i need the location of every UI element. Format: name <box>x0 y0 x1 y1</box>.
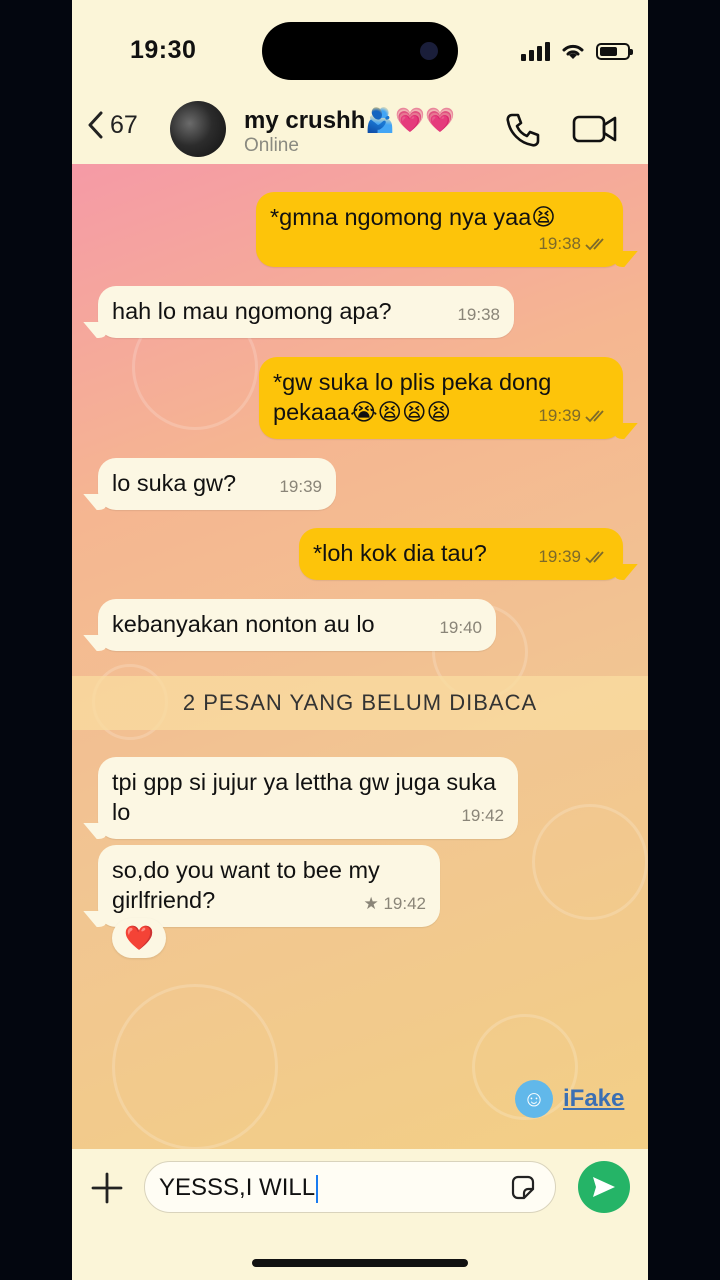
message-bubble-outgoing[interactable]: *loh kok dia tau? 19:39 <box>299 528 623 580</box>
contact-name[interactable]: my crushh🫂💗💗 <box>244 106 455 135</box>
unread-messages-banner: 2 PESAN YANG BELUM DIBACA <box>72 676 648 730</box>
video-call-icon[interactable] <box>572 112 618 146</box>
send-button[interactable] <box>578 1161 630 1213</box>
message-text: *gmna ngomong nya yaa😫 <box>270 204 556 230</box>
message-time: 19:38 <box>538 234 581 253</box>
status-time: 19:30 <box>130 36 197 64</box>
chat-header: 67 my crushh🫂💗💗 Online <box>72 100 648 164</box>
contact-status: Online <box>244 135 299 156</box>
message-bubble-outgoing[interactable]: *gmna ngomong nya yaa😫 19:38 <box>256 192 623 267</box>
message-text: tpi gpp si jujur ya lettha gw juga suka … <box>112 769 497 825</box>
message-time: 19:38 <box>457 305 500 324</box>
message-time: ★ 19:42 <box>363 894 426 913</box>
phone-call-icon[interactable] <box>502 110 542 150</box>
message-time: 19:40 <box>439 618 482 637</box>
message-text: lo suka gw? <box>112 470 237 496</box>
dynamic-island <box>262 22 458 80</box>
status-icons <box>521 38 633 64</box>
message-text: *loh kok dia tau? <box>313 540 487 566</box>
home-indicator[interactable] <box>252 1259 468 1267</box>
text-caret <box>316 1174 319 1203</box>
read-ticks-icon <box>585 410 604 423</box>
plus-icon[interactable] <box>90 1171 124 1205</box>
message-input[interactable]: YESSS,I WILL <box>144 1161 556 1213</box>
message-bubble-incoming[interactable]: hah lo mau ngomong apa? 19:38 <box>98 286 514 338</box>
message-bubble-incoming[interactable]: so,do you want to bee my girlfriend? ★ 1… <box>98 845 440 927</box>
message-bubble-incoming[interactable]: tpi gpp si jujur ya lettha gw juga suka … <box>98 757 518 839</box>
message-text: kebanyakan nonton au lo <box>112 611 375 637</box>
message-text: hah lo mau ngomong apa? <box>112 298 392 324</box>
ifake-watermark[interactable]: ☺ iFake <box>515 1080 624 1118</box>
send-icon <box>593 1177 615 1197</box>
message-time: 19:39 <box>538 406 581 425</box>
avatar[interactable] <box>170 101 226 157</box>
wifi-icon <box>562 44 584 59</box>
smile-icon: ☺ <box>515 1080 553 1118</box>
message-bubble-incoming[interactable]: kebanyakan nonton au lo 19:40 <box>98 599 496 651</box>
back-button[interactable]: 67 <box>86 110 138 140</box>
message-input-value: YESSS,I WILL <box>159 1174 316 1201</box>
status-bar: 19:30 <box>72 0 648 100</box>
phone-screen: 19:30 67 my crushh🫂💗💗 Online *gmna ngomo… <box>72 0 648 1280</box>
message-time: 19:39 <box>538 547 581 566</box>
message-time: 19:42 <box>461 806 504 825</box>
message-bubble-incoming[interactable]: lo suka gw? 19:39 <box>98 458 336 510</box>
read-ticks-icon <box>585 551 604 564</box>
battery-icon <box>596 42 633 60</box>
watermark-text[interactable]: iFake <box>563 1085 624 1113</box>
message-time: 19:39 <box>279 477 322 496</box>
sticker-icon[interactable] <box>509 1174 537 1202</box>
message-input-bar: YESSS,I WILL <box>72 1149 648 1280</box>
read-ticks-icon <box>585 238 604 251</box>
cellular-signal-icon <box>521 41 550 61</box>
chevron-left-icon <box>88 111 103 139</box>
message-bubble-outgoing[interactable]: *gw suka lo plis peka dong pekaaa😭😫😫😫 19… <box>259 357 623 439</box>
unread-count: 67 <box>110 110 138 139</box>
heart-reaction[interactable]: ❤️ <box>112 918 166 958</box>
